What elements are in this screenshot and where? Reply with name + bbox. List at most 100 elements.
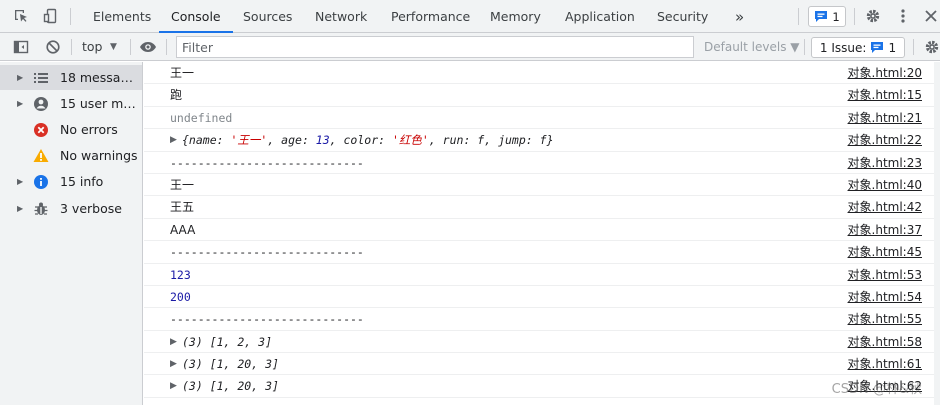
console-message-text: 200 xyxy=(170,289,191,304)
source-link[interactable]: 对象.html:40 xyxy=(848,174,922,196)
console-message-text: undefined xyxy=(170,110,233,125)
console-message-row: 王一 对象.html:20 xyxy=(144,62,940,85)
inspect-element-icon[interactable] xyxy=(12,7,30,25)
console-settings-gear-icon[interactable] xyxy=(923,38,940,56)
source-link[interactable]: 对象.html:21 xyxy=(848,107,922,129)
watermark: CSDN @林&秋 xyxy=(831,382,922,397)
console-message-row: 王一 对象.html:40 xyxy=(144,174,940,197)
kebab-menu-icon[interactable] xyxy=(894,7,912,25)
issues-count: 1 xyxy=(888,40,897,55)
sidebar-item-verbose[interactable]: ▶ 3 verbose xyxy=(0,196,142,221)
toolbar-divider xyxy=(166,39,167,55)
messages-badge-button[interactable]: 1 xyxy=(808,6,846,27)
toolbar-divider xyxy=(804,39,805,55)
source-link[interactable]: 对象.html:55 xyxy=(848,308,922,330)
sidebar-item-info[interactable]: ▶ 15 info xyxy=(0,169,142,194)
sidebar-item-warnings[interactable]: No warnings xyxy=(0,143,142,168)
live-expression-eye-icon[interactable] xyxy=(139,38,157,56)
expand-arrow-icon[interactable]: ▶ xyxy=(17,177,25,186)
console-message-row: ▶ (3) [1, 20, 3] 对象.html:61 xyxy=(144,353,940,376)
console-message-text: 王一 xyxy=(170,177,195,192)
close-icon[interactable] xyxy=(922,7,940,25)
source-link[interactable]: 对象.html:23 xyxy=(848,152,922,174)
context-selector[interactable]: top xyxy=(82,38,102,56)
tab-performance[interactable]: Performance xyxy=(391,0,470,33)
console-message-text: ---------------------------- xyxy=(170,312,364,327)
source-link[interactable]: 对象.html:45 xyxy=(848,241,922,263)
issues-button[interactable]: 1 Issue: 1 xyxy=(811,37,905,58)
console-message-text: ---------------------------- xyxy=(170,245,364,260)
chevron-down-icon: ▼ xyxy=(110,42,117,52)
source-link[interactable]: 对象.html:53 xyxy=(848,264,922,286)
expand-arrow-icon[interactable]: ▶ xyxy=(17,99,25,108)
console-message-row: 王五 对象.html:42 xyxy=(144,196,940,219)
console-message-text: 王一 xyxy=(170,66,195,80)
tab-security[interactable]: Security xyxy=(657,0,708,33)
settings-gear-icon[interactable] xyxy=(864,7,882,25)
toolbar-divider xyxy=(913,39,914,55)
source-link[interactable]: 对象.html:54 xyxy=(848,286,922,308)
console-message-row: ---------------------------- 对象.html:55 xyxy=(144,308,940,331)
tab-application[interactable]: Application xyxy=(565,0,635,33)
console-toolbar: top ▼ Default levels ▼ 1 Issue: 1 xyxy=(0,33,940,61)
object-jump-value: f xyxy=(539,133,547,148)
expand-arrow-icon[interactable]: ▶ xyxy=(170,129,180,151)
expand-arrow-icon[interactable]: ▶ xyxy=(17,73,25,82)
console-message-text: AAA xyxy=(170,222,196,237)
tab-console[interactable]: Console xyxy=(159,0,233,33)
array-preview[interactable]: (3) [1, 2, 3] xyxy=(182,331,272,353)
expand-arrow-icon[interactable]: ▶ xyxy=(170,353,180,375)
object-preview[interactable]: {name: '王一', age: 13, color: '红色', run: … xyxy=(182,129,554,151)
array-preview[interactable]: (3) [1, 20, 3] xyxy=(182,353,279,375)
source-link[interactable]: 对象.html:15 xyxy=(848,84,922,106)
object-color-value: '红色' xyxy=(391,133,429,148)
source-link[interactable]: 对象.html:37 xyxy=(848,219,922,241)
toolbar-divider xyxy=(798,8,799,25)
console-output: 王一 对象.html:20 跑 对象.html:15 undefined 对象.… xyxy=(144,62,940,405)
array-preview[interactable]: (3) [1, 20, 3] xyxy=(182,375,279,397)
sidebar-toggle-icon[interactable] xyxy=(12,38,30,56)
source-link[interactable]: 对象.html:20 xyxy=(848,62,922,84)
tab-memory[interactable]: Memory xyxy=(490,0,541,33)
device-toolbar-icon[interactable] xyxy=(42,7,60,25)
warning-icon xyxy=(33,148,49,164)
sidebar-item-label: No errors xyxy=(60,122,118,137)
console-message-row: undefined 对象.html:21 xyxy=(144,107,940,130)
clear-console-icon[interactable] xyxy=(44,38,62,56)
more-tabs-button[interactable]: » xyxy=(735,0,744,33)
sidebar-item-messages[interactable]: ▶ 18 messages xyxy=(0,65,142,90)
toolbar-divider xyxy=(130,39,131,55)
tab-network[interactable]: Network xyxy=(315,0,367,33)
devtools-tab-bar: Elements Console Sources Network Perform… xyxy=(0,0,940,33)
console-message-text: 王五 xyxy=(170,200,195,215)
console-message-row: 跑 对象.html:15 xyxy=(144,84,940,107)
issues-label: 1 Issue: xyxy=(819,40,867,55)
sidebar-item-label: 3 verbose xyxy=(60,201,122,216)
console-message-row: 200 对象.html:54 xyxy=(144,286,940,309)
toolbar-divider xyxy=(70,8,71,25)
tab-sources[interactable]: Sources xyxy=(243,0,292,33)
message-icon xyxy=(871,42,884,53)
console-message-row: ▶ (3) [1, 20, 3] 对象.html:62 xyxy=(144,375,940,398)
sidebar-item-label: No warnings xyxy=(60,148,138,163)
bug-icon xyxy=(33,201,49,217)
expand-arrow-icon[interactable]: ▶ xyxy=(170,331,180,353)
source-link[interactable]: 对象.html:61 xyxy=(848,353,922,375)
source-link[interactable]: 对象.html:42 xyxy=(848,196,922,218)
tab-elements[interactable]: Elements xyxy=(93,0,151,33)
default-levels-dropdown[interactable]: Default levels ▼ xyxy=(704,38,800,56)
console-message-text: ---------------------------- xyxy=(170,155,364,170)
object-name-value: '王一' xyxy=(230,133,268,148)
expand-arrow-icon[interactable]: ▶ xyxy=(170,375,180,397)
source-link[interactable]: 对象.html:22 xyxy=(848,129,922,151)
expand-arrow-icon[interactable]: ▶ xyxy=(17,204,25,213)
console-message-text: 123 xyxy=(170,267,191,282)
filter-input[interactable] xyxy=(176,36,694,58)
source-link[interactable]: 对象.html:58 xyxy=(848,331,922,353)
message-icon xyxy=(815,11,828,22)
user-icon xyxy=(33,96,49,112)
scrollbar[interactable] xyxy=(934,62,940,405)
sidebar-item-errors[interactable]: No errors xyxy=(0,117,142,142)
error-icon xyxy=(33,122,49,138)
sidebar-item-user-messages[interactable]: ▶ 15 user mes… xyxy=(0,91,142,116)
